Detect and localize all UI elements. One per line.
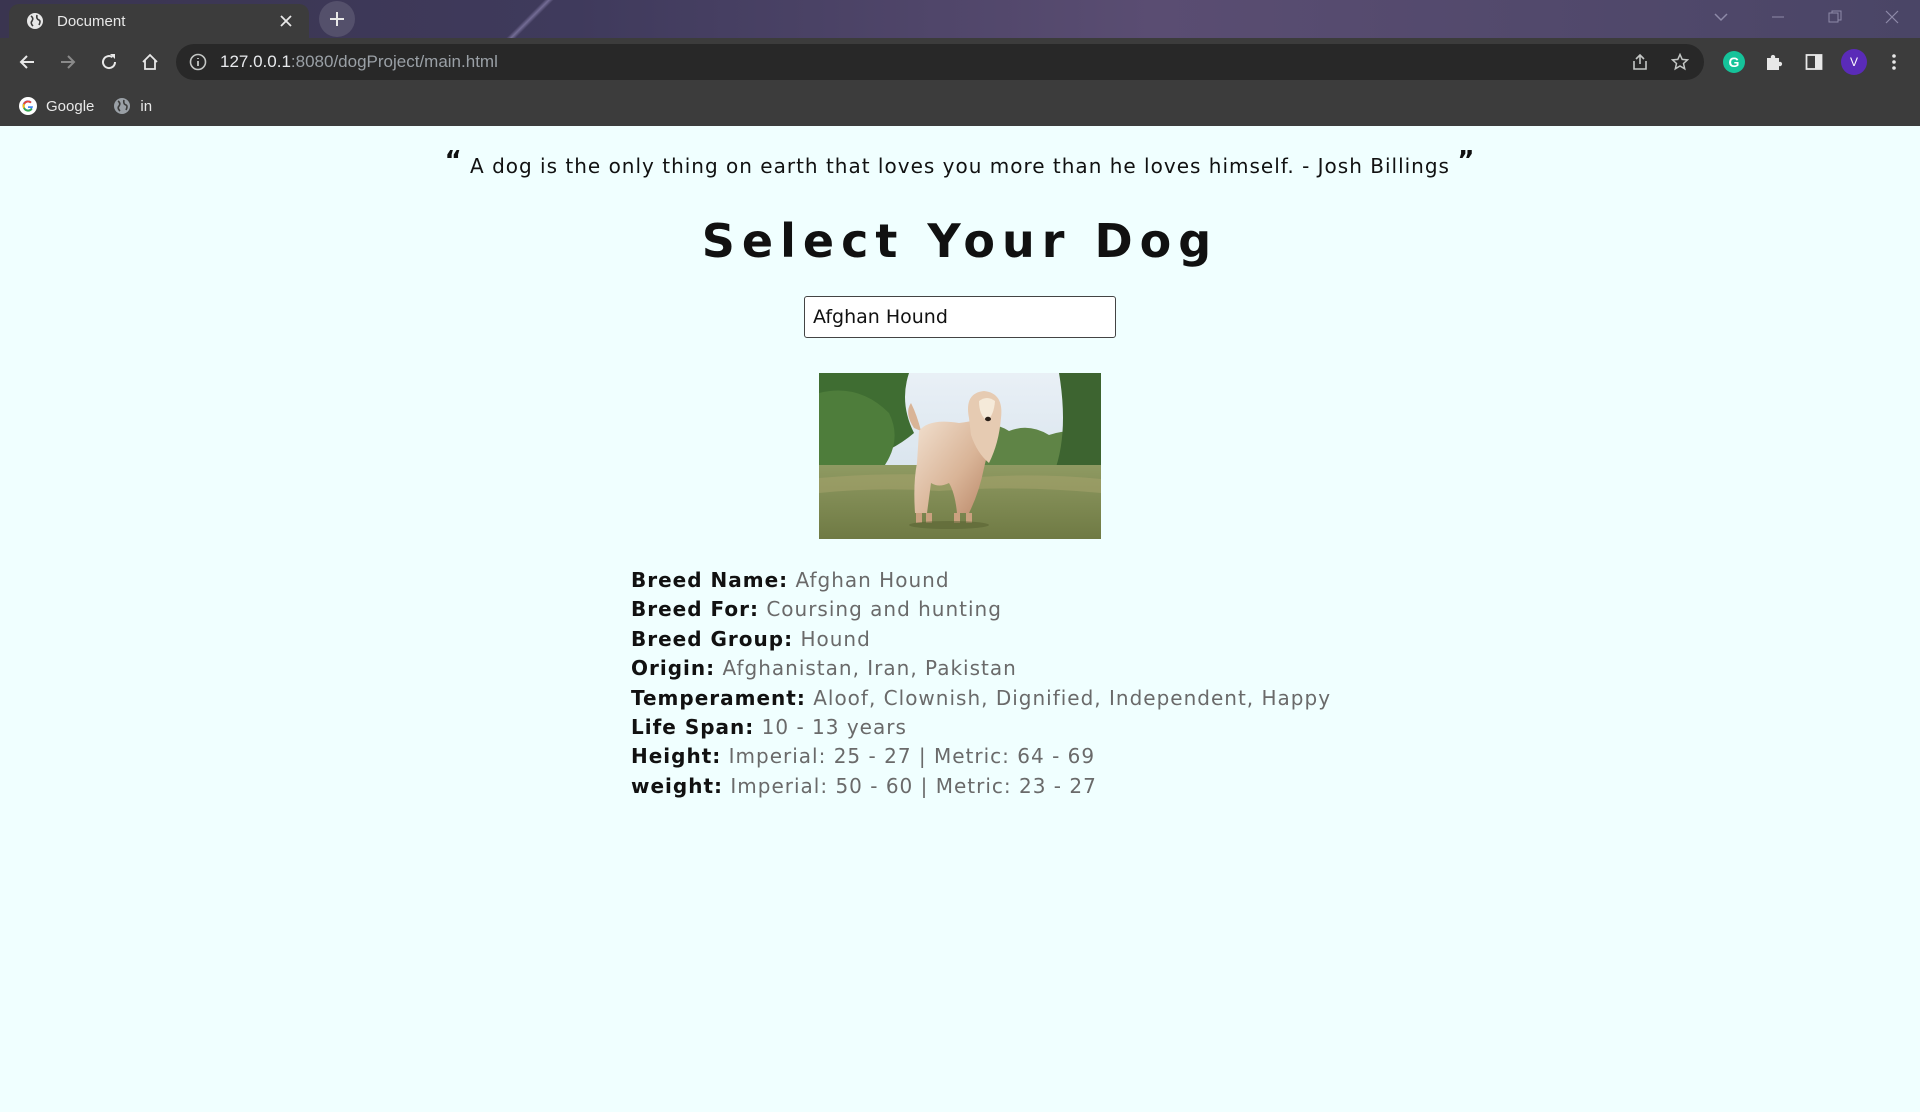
page-title: Select Your Dog [701, 214, 1219, 268]
reload-button[interactable] [89, 42, 129, 82]
breed-details: Breed Name: Afghan Hound Breed For: Cour… [631, 566, 1331, 801]
address-bar[interactable]: 127.0.0.1:8080/dogProject/main.html [176, 44, 1704, 80]
close-quote-mark: ” [1457, 146, 1476, 176]
kebab-menu-icon [1892, 54, 1896, 70]
bookmark-star-button[interactable] [1664, 46, 1696, 78]
bookmark-label: Google [46, 97, 95, 115]
grammarly-icon: G [1723, 51, 1745, 73]
detail-breed-name: Breed Name: Afghan Hound [631, 566, 1331, 595]
close-tab-icon[interactable] [277, 12, 295, 30]
detail-label: Breed For: [631, 597, 759, 622]
arrow-right-icon [61, 55, 76, 69]
home-icon [142, 53, 158, 70]
browser-tab[interactable]: Document [9, 4, 309, 38]
chevron-down-icon [1713, 13, 1728, 22]
menu-button[interactable] [1874, 42, 1914, 82]
globe-icon [27, 13, 43, 29]
home-button[interactable] [130, 42, 170, 82]
extensions-button[interactable] [1754, 42, 1794, 82]
detail-value: Hound [800, 626, 871, 651]
tab-search-button[interactable] [1692, 0, 1749, 34]
detail-label: Height: [631, 744, 722, 769]
close-icon [1885, 10, 1898, 24]
detail-value: 10 - 13 years [761, 715, 907, 740]
title-bar: Document [0, 0, 1920, 38]
dog-image [819, 373, 1101, 539]
detail-label: Origin: [631, 656, 716, 681]
puzzle-icon [1767, 54, 1783, 70]
dog-select-input[interactable] [804, 296, 1116, 338]
detail-value: Afghanistan, Iran, Pakistan [722, 656, 1017, 681]
reload-icon [102, 54, 117, 70]
bookmark-in[interactable]: in [108, 91, 160, 121]
forward-button[interactable] [48, 42, 88, 82]
grammarly-extension[interactable]: G [1714, 42, 1754, 82]
detail-value: Imperial: 25 - 27 | Metric: 64 - 69 [728, 744, 1096, 769]
avatar: V [1841, 49, 1867, 75]
new-tab-button[interactable] [319, 1, 355, 37]
detail-height: Height: Imperial: 25 - 27 | Metric: 64 -… [631, 742, 1331, 771]
detail-label: Breed Name: [631, 568, 789, 592]
quote-text: A dog is the only thing on earth that lo… [470, 154, 1450, 178]
close-window-button[interactable] [1863, 0, 1920, 34]
share-icon [1633, 53, 1647, 70]
star-icon [1671, 53, 1689, 71]
detail-weight: weight: Imperial: 50 - 60 | Metric: 23 -… [631, 772, 1331, 801]
detail-life-span: Life Span: 10 - 13 years [631, 713, 1331, 742]
open-quote-mark: “ [444, 146, 463, 176]
minimize-button[interactable] [1749, 0, 1806, 34]
detail-label: weight: [631, 773, 724, 798]
restore-button[interactable] [1806, 0, 1863, 34]
bookmark-label: in [140, 97, 153, 115]
minimize-icon [1771, 16, 1784, 18]
detail-label: Life Span: [631, 715, 755, 740]
plus-icon [330, 12, 344, 26]
share-button[interactable] [1624, 46, 1656, 78]
bookmark-google[interactable]: Google [14, 91, 102, 121]
detail-value: Coursing and hunting [766, 597, 1002, 622]
arrow-left-icon [19, 55, 34, 69]
detail-temperament: Temperament: Aloof, Clownish, Dignified,… [631, 684, 1331, 713]
browser-toolbar: 127.0.0.1:8080/dogProject/main.html G V [0, 38, 1920, 86]
detail-origin: Origin: Afghanistan, Iran, Pakistan [631, 654, 1331, 683]
detail-label: Temperament: [631, 685, 806, 710]
globe-icon [114, 98, 131, 114]
detail-value: Afghan Hound [795, 568, 950, 592]
back-button[interactable] [7, 42, 47, 82]
detail-value: Imperial: 50 - 60 | Metric: 23 - 27 [730, 773, 1097, 798]
detail-breed-group: Breed Group: Hound [631, 625, 1331, 654]
side-panel-button[interactable] [1794, 42, 1834, 82]
restore-icon [1828, 10, 1841, 23]
google-icon [19, 97, 37, 115]
bookmarks-bar: Google in [0, 86, 1920, 126]
page-content: “ A dog is the only thing on earth that … [0, 126, 1920, 1112]
info-icon[interactable] [188, 52, 208, 72]
profile-button[interactable]: V [1834, 42, 1874, 82]
detail-label: Breed Group: [631, 626, 794, 651]
quote: “ A dog is the only thing on earth that … [0, 146, 1920, 178]
side-panel-icon [1805, 54, 1823, 70]
tab-title: Document [57, 12, 126, 30]
detail-breed-for: Breed For: Coursing and hunting [631, 595, 1331, 624]
url-text[interactable]: 127.0.0.1:8080/dogProject/main.html [220, 52, 498, 72]
detail-value: Aloof, Clownish, Dignified, Independent,… [813, 685, 1332, 710]
